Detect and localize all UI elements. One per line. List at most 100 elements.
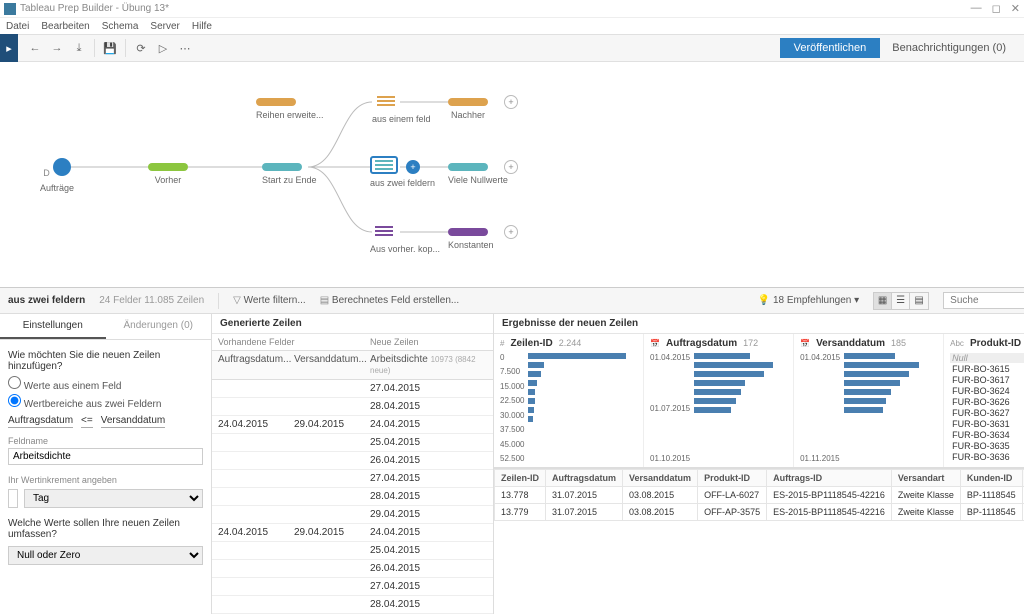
view-list-icon[interactable]: ☰ — [892, 293, 910, 309]
menu-file[interactable]: Datei — [6, 21, 29, 32]
table-row[interactable]: 27.04.2015 — [212, 578, 493, 596]
operator[interactable]: <= — [81, 414, 93, 428]
radio-two-fields[interactable]: Wertbereiche aus zwei Feldern — [8, 394, 203, 410]
column-header[interactable]: Kunden-ID — [960, 470, 1022, 487]
add-step-icon-2[interactable]: + — [504, 160, 518, 174]
col-versanddatum[interactable]: Versanddatum... — [288, 351, 364, 379]
results-title: Ergebnisse der neuen Zeilen — [502, 318, 638, 329]
table-row[interactable]: 26.04.2015 — [212, 560, 493, 578]
col-auftragsdatum[interactable]: Auftragsdatum... — [212, 351, 288, 379]
node-auftraege[interactable]: D Aufträge — [40, 158, 74, 193]
column-header[interactable]: Produkt-ID — [698, 470, 767, 487]
bulb-icon: 💡 — [758, 295, 770, 306]
flyout-toggle[interactable]: ▸ — [0, 34, 18, 62]
table-row[interactable]: 26.04.2015 — [212, 452, 493, 470]
table-row[interactable]: 27.04.2015 — [212, 380, 493, 398]
table-row[interactable]: 24.04.201529.04.201524.04.2015 — [212, 416, 493, 434]
table-row[interactable]: 28.04.2015 — [212, 488, 493, 506]
menu-help[interactable]: Hilfe — [192, 21, 212, 32]
group-new: Neue Zeilen — [364, 334, 425, 350]
titlebar: Tableau Prep Builder - Übung 13* — ◻ ✕ — [0, 0, 1024, 18]
run-icon[interactable]: ▷ — [152, 38, 174, 58]
results-grid[interactable]: Zeilen-IDAuftragsdatumVersanddatumProduk… — [494, 468, 1024, 614]
view-grid-icon[interactable]: ▤ — [910, 293, 928, 309]
table-row[interactable]: 25.04.2015 — [212, 542, 493, 560]
node-konst[interactable]: Konstanten — [448, 228, 494, 250]
notifications[interactable]: Benachrichtigungen (0) — [892, 42, 1006, 54]
node-start[interactable]: Start zu Ende — [262, 163, 317, 185]
close-icon[interactable]: ✕ — [1011, 2, 1020, 15]
step-header: aus zwei feldern 24 Felder 11.085 Zeilen… — [0, 288, 1024, 314]
minimize-icon[interactable]: — — [971, 2, 982, 15]
window-title: Tableau Prep Builder - Übung 13* — [20, 3, 971, 14]
table-row[interactable]: 29.04.2015 — [212, 506, 493, 524]
table-row[interactable]: 28.04.2015 — [212, 398, 493, 416]
node-nachher[interactable]: Nachher — [448, 98, 488, 120]
increment-value[interactable] — [8, 489, 18, 508]
forward-icon[interactable]: → — [46, 38, 68, 58]
feldname-input[interactable] — [8, 448, 203, 465]
add-after-selected-icon[interactable]: + — [406, 160, 420, 174]
group-existing: Vorhandene Felder — [212, 334, 364, 350]
flow-canvas[interactable]: D Aufträge Vorher Start zu Ende Reihen e… — [0, 62, 1024, 288]
column-header[interactable]: Auftrags-ID — [767, 470, 892, 487]
tab-settings[interactable]: Einstellungen — [0, 314, 106, 339]
recommendations[interactable]: 💡 18 Empfehlungen ▾ — [758, 295, 859, 306]
node-zwei[interactable]: aus zwei feldern — [370, 156, 435, 188]
menu-schema[interactable]: Schema — [102, 21, 139, 32]
filter-values[interactable]: ▽ Werte filtern... — [233, 295, 306, 306]
back-icon[interactable]: ← — [24, 38, 46, 58]
menu-edit[interactable]: Bearbeiten — [41, 21, 89, 32]
step-name: aus zwei feldern — [8, 295, 85, 306]
menubar: Datei Bearbeiten Schema Server Hilfe — [0, 18, 1024, 34]
view-toggle: ▦ ☰ ▤ — [873, 292, 929, 310]
field-to[interactable]: Versanddatum — [101, 414, 166, 428]
step-meta: 24 Felder 11.085 Zeilen — [99, 295, 204, 306]
card-auftragsdatum[interactable]: 📅Auftragsdatum172 01.04.201501.07.201501… — [644, 334, 794, 467]
table-row[interactable]: 28.04.2015 — [212, 596, 493, 614]
create-calc-field[interactable]: ▤ Berechnetes Feld erstellen... — [320, 295, 460, 306]
column-header[interactable]: Zeilen-ID — [495, 470, 546, 487]
menu-server[interactable]: Server — [150, 21, 179, 32]
table-row[interactable]: 25.04.2015 — [212, 434, 493, 452]
column-header[interactable]: Versanddatum — [623, 470, 698, 487]
add-step-icon-3[interactable]: + — [504, 225, 518, 239]
node-kop[interactable]: Aus vorher. kop... — [370, 222, 440, 254]
values-select[interactable]: Null oder Zero — [8, 546, 203, 565]
node-vorher[interactable]: Vorher — [148, 163, 188, 185]
publish-button[interactable]: Veröffentlichen — [780, 38, 881, 58]
node-einem[interactable]: aus einem feld — [372, 92, 431, 124]
field-from[interactable]: Auftragsdatum — [8, 414, 73, 428]
settings-panel: Einstellungen Änderungen (0) Wie möchten… — [0, 314, 212, 614]
results-panel: Ergebnisse der neuen Zeilen #Zeilen-ID2.… — [494, 314, 1024, 614]
table-row[interactable]: 27.04.2015 — [212, 470, 493, 488]
app-icon — [4, 3, 16, 15]
card-produkt-id[interactable]: AbcProdukt-ID1.200💡 NullFUR-BO-3615FUR-B… — [944, 334, 1024, 467]
save-icon[interactable]: 💾 — [99, 38, 121, 58]
search-input[interactable] — [943, 292, 1024, 309]
increment-label: Ihr Wertinkrement angeben — [8, 475, 203, 485]
add-step-icon[interactable]: + — [504, 95, 518, 109]
table-row[interactable]: 13.77931.07.201503.08.2015OFF-AP-3575ES-… — [495, 504, 1024, 521]
node-reihen[interactable]: Reihen erweite... — [256, 98, 324, 120]
refresh-icon[interactable]: ⟳ — [130, 38, 152, 58]
view-profile-icon[interactable]: ▦ — [874, 293, 892, 309]
type-hash-icon: # — [500, 339, 504, 348]
col-arbeitsdichte[interactable]: Arbeitsdichte 10973 (8842 neue) — [364, 351, 493, 379]
card-versanddatum[interactable]: 📅Versanddatum185 01.04.201501.11.2015 — [794, 334, 944, 467]
question-add-rows: Wie möchten Sie die neuen Zeilen hinzufü… — [8, 350, 203, 372]
card-zeilen-id[interactable]: #Zeilen-ID2.244 07.50015.00022.50030.000… — [494, 334, 644, 467]
radio-one-field[interactable]: Werte aus einem Feld — [8, 376, 203, 392]
table-row[interactable]: 24.04.201529.04.201524.04.2015 — [212, 524, 493, 542]
run-options-icon[interactable]: ⋯ — [174, 38, 196, 58]
export-icon[interactable]: ⤓ — [68, 38, 90, 58]
datasource-icon: D — [43, 168, 50, 178]
node-nullwerte[interactable]: Viele Nullwerte — [448, 163, 508, 185]
type-text-icon: Abc — [950, 339, 964, 348]
increment-unit[interactable]: Tag — [24, 489, 203, 508]
column-header[interactable]: Versandart — [891, 470, 960, 487]
table-row[interactable]: 13.77831.07.201503.08.2015OFF-LA-6027ES-… — [495, 487, 1024, 504]
column-header[interactable]: Auftragsdatum — [546, 470, 623, 487]
maximize-icon[interactable]: ◻ — [992, 2, 1001, 15]
tab-changes[interactable]: Änderungen (0) — [106, 314, 212, 339]
